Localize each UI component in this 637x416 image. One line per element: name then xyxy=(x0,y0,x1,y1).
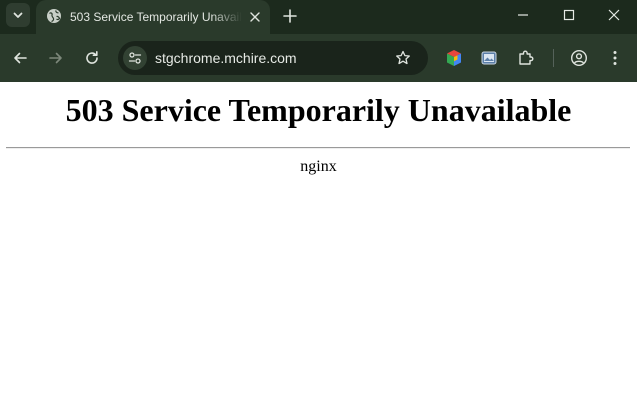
site-info-icon xyxy=(128,52,142,64)
back-icon xyxy=(14,52,27,64)
profile-icon xyxy=(570,49,588,67)
reload-button[interactable] xyxy=(80,46,104,70)
extension-screenshot-button[interactable] xyxy=(477,46,501,70)
site-info-button[interactable] xyxy=(123,46,147,70)
minimize-button[interactable] xyxy=(500,0,546,30)
extension-screenshot-icon xyxy=(481,51,497,65)
browser-menu-button[interactable] xyxy=(603,46,627,70)
extension-cube-button[interactable] xyxy=(442,46,466,70)
close-icon xyxy=(608,9,620,21)
window-close-button[interactable] xyxy=(591,0,637,30)
forward-icon xyxy=(49,52,62,64)
error-heading: 503 Service Temporarily Unavailable xyxy=(65,92,572,128)
maximize-icon xyxy=(563,9,575,21)
plus-icon xyxy=(283,9,297,23)
reload-icon xyxy=(86,51,98,64)
tab-search-button[interactable] xyxy=(6,3,30,27)
extensions-puzzle-icon xyxy=(519,50,534,65)
bookmark-star-icon xyxy=(396,50,410,65)
toolbar-divider xyxy=(553,49,554,67)
back-button[interactable] xyxy=(8,46,32,70)
page-content: 503 Service Temporarily Unavailable ngin… xyxy=(0,82,637,416)
bookmark-button[interactable] xyxy=(393,48,413,68)
tab-title: 503 Service Temporarily Unavailable xyxy=(70,10,242,24)
new-tab-button[interactable] xyxy=(279,5,301,27)
forward-button[interactable] xyxy=(44,46,68,70)
close-icon xyxy=(250,12,260,22)
globe-icon xyxy=(47,9,61,23)
extension-cube-icon xyxy=(447,50,461,66)
active-tab[interactable]: 503 Service Temporarily Unavailable xyxy=(36,0,270,34)
tab-close-button[interactable] xyxy=(246,8,264,26)
tab-strip: 503 Service Temporarily Unavailable xyxy=(0,0,637,34)
horizontal-rule xyxy=(6,147,630,149)
server-name: nginx xyxy=(300,158,337,175)
url-text[interactable]: stgchrome.mchire.com xyxy=(155,50,297,66)
menu-icon xyxy=(613,51,617,65)
maximize-button[interactable] xyxy=(546,0,592,30)
address-bar[interactable]: stgchrome.mchire.com xyxy=(118,41,428,75)
browser-toolbar: stgchrome.mchire.com xyxy=(0,34,637,82)
minimize-icon xyxy=(518,14,528,16)
profile-button[interactable] xyxy=(567,46,591,70)
extensions-button[interactable] xyxy=(514,46,538,70)
chevron-down-icon xyxy=(13,12,23,18)
